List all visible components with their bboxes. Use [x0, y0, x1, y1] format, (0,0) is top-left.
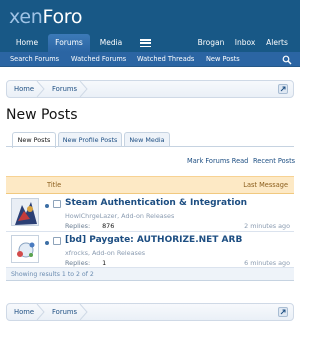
breadcrumb-forums[interactable]: Forums [45, 81, 89, 97]
thread-title[interactable]: Steam Authentication & Integration [65, 198, 247, 208]
tab-new-media[interactable]: New Media [124, 132, 170, 147]
recent-posts-link[interactable]: Recent Posts [253, 157, 295, 165]
site-header: xenForo [0, 0, 300, 34]
thread-meta[interactable]: HowlChrgeLazer, Add-on Releases [65, 212, 174, 220]
breadcrumb-forums[interactable]: Forums [45, 304, 89, 320]
nav-tab-media[interactable]: Media [92, 34, 130, 52]
logo-part1: xen [9, 6, 43, 28]
replies-label: Replies: [65, 222, 91, 230]
tab-new-profile-posts[interactable]: New Profile Posts [58, 132, 122, 147]
table-header: Title Last Message [6, 176, 294, 194]
breadcrumb-forums-label: Forums [52, 85, 78, 93]
chevron-right-icon [79, 81, 88, 97]
breadcrumb-home[interactable]: Home [7, 304, 46, 320]
breadcrumb-home-label: Home [14, 308, 35, 316]
breadcrumb-home-label: Home [14, 85, 35, 93]
thread-meta[interactable]: xfrocks, Add-on Releases [65, 249, 145, 257]
table-row[interactable]: [bd] Paygate: AUTHORIZE.NET ARB xfrocks,… [6, 232, 294, 268]
results-summary: Showing results 1 to 2 of 2 [6, 268, 294, 281]
breadcrumb-home[interactable]: Home [7, 81, 46, 97]
subnav-watched-forums[interactable]: Watched Forums [71, 52, 126, 67]
subnav-new-posts[interactable]: New Posts [206, 52, 240, 67]
nav-user-menu[interactable]: Brogan [193, 34, 229, 52]
reply-count: Replies: 876 [65, 222, 114, 230]
thread-title[interactable]: [bd] Paygate: AUTHORIZE.NET ARB [65, 235, 242, 245]
unread-indicator [45, 241, 49, 245]
nav-inbox[interactable]: Inbox [231, 34, 259, 52]
avatar[interactable] [11, 198, 39, 226]
subnav-search-forums[interactable]: Search Forums [10, 52, 59, 67]
logo-part2: Foro [42, 6, 83, 28]
column-last-message[interactable]: Last Message [243, 177, 288, 194]
jump-to-icon[interactable] [278, 84, 288, 94]
sub-nav: Search Forums Watched Forums Watched Thr… [0, 52, 300, 67]
avatar[interactable] [11, 235, 39, 263]
replies-value: 876 [102, 222, 115, 230]
select-checkbox[interactable] [53, 237, 61, 245]
tab-divider [6, 146, 294, 147]
last-message-time[interactable]: 6 minutes ago [244, 259, 290, 267]
column-title[interactable]: Title [47, 177, 61, 194]
main-nav: Home Forums Media Brogan Inbox Alerts [0, 34, 300, 52]
page-title: New Posts [6, 107, 78, 123]
reply-count: Replies: 1 [65, 259, 106, 267]
user-avatar-icon [12, 236, 38, 262]
breadcrumb-bottom: Home Forums [6, 303, 294, 321]
replies-value: 1 [102, 259, 107, 267]
nav-alerts[interactable]: Alerts [262, 34, 292, 52]
subnav-watched-threads[interactable]: Watched Threads [137, 52, 194, 67]
logo[interactable]: xenForo [9, 6, 83, 28]
breadcrumb: Home Forums [6, 80, 294, 98]
menu-icon[interactable] [140, 39, 151, 48]
jump-to-icon[interactable] [278, 307, 288, 317]
page: xenForo Home Forums Media Brogan Inbox A… [0, 0, 300, 351]
replies-label: Replies: [65, 259, 91, 267]
select-checkbox[interactable] [53, 200, 61, 208]
nav-tab-home[interactable]: Home [8, 34, 46, 52]
results-text: Showing results 1 to 2 of 2 [11, 271, 94, 278]
last-message-time[interactable]: 2 minutes ago [244, 222, 290, 230]
user-avatar-icon [12, 199, 38, 225]
mark-forums-read-link[interactable]: Mark Forums Read [187, 157, 248, 165]
table-row[interactable]: Steam Authentication & Integration HowlC… [6, 195, 294, 232]
chevron-right-icon [79, 304, 88, 320]
nav-tab-forums[interactable]: Forums [48, 34, 90, 52]
unread-indicator [45, 204, 49, 208]
breadcrumb-forums-label: Forums [52, 308, 78, 316]
search-icon[interactable] [282, 55, 292, 65]
